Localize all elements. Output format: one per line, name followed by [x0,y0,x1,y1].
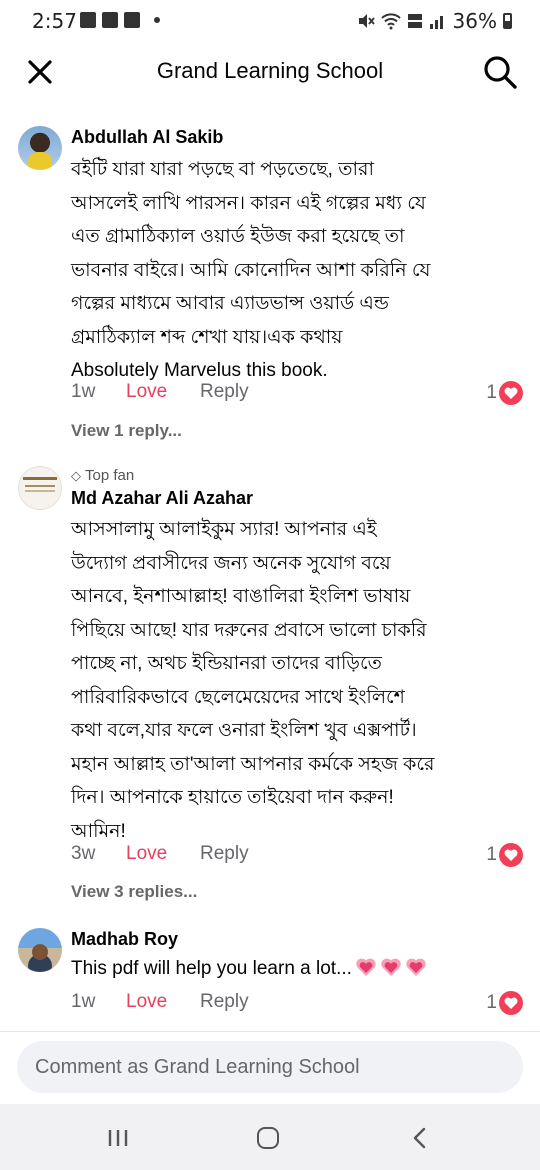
avatar[interactable] [18,466,62,510]
notification-icons [80,12,160,28]
heart-reaction-icon [499,381,523,405]
comment-text-line: মহান আল্লাহ তা'আলা আপনার কর্মকে সহজ করে [71,753,435,775]
avatar[interactable] [18,126,62,170]
comment-author[interactable]: Md Azahar Ali Azahar [71,488,253,509]
app-header: Grand Learning School [0,44,540,100]
check-notification-icon [124,12,140,28]
reply-button[interactable]: Reply [200,991,249,1013]
comment-text-line: আসলেই লাখি পারসন। কারন এই গল্পের মধ্য যে [71,192,426,214]
back-icon[interactable] [410,1126,430,1150]
comment-text-line: আসসালামু আলাইকুম স্যার! আপনার এই [71,519,377,540]
comment-input[interactable] [17,1041,523,1093]
reaction-summary[interactable]: 1 [486,380,523,406]
comment-text-line: গ্রমাঠিক্যাল শব্দ শেখা যায়।এক কথায় [71,326,343,348]
reaction-summary[interactable]: 1 [486,842,523,868]
battery-icon [503,13,512,29]
search-icon[interactable] [482,54,518,90]
reaction-count: 1 [486,992,497,1013]
comment-author[interactable]: Madhab Roy [71,929,178,950]
more-notifications-dot-icon [154,17,160,23]
view-replies-link[interactable]: View 3 replies... [71,882,197,902]
heart-reaction-icon [499,843,523,867]
gallery-notification-icon [80,12,96,28]
heart-with-ribbon-icon [381,958,401,976]
top-fan-label: Top fan [85,467,135,484]
diamond-icon: ◇ [71,468,81,483]
comment-text: বইটি যারা যারা পড়ছে বা পড়তেছে, তারা আস… [71,153,516,388]
comment-text-line: পাচ্ছে না, অথচ ইন্ডিয়ানরা তাদের বাড়িতে [71,653,382,674]
comment-text-line: গল্পের মাধ্যমে আবার এ্যাডভান্স ওয়ার্ড এ… [71,293,389,314]
heart-with-ribbon-icon [356,958,376,976]
avatar[interactable] [18,928,62,972]
divider [0,1031,540,1032]
mute-icon [358,14,375,28]
book-notification-icon [102,12,118,28]
view-replies-link[interactable]: View 1 reply... [71,421,182,441]
reaction-count: 1 [486,382,497,403]
comment-author[interactable]: Abdullah Al Sakib [71,127,223,148]
system-navigation-bar [0,1104,540,1170]
page-title: Grand Learning School [156,58,384,83]
status-bar: 2:57 36% [0,0,540,44]
reaction-count: 1 [486,844,497,865]
comment-text: আসসালামু আলাইকুম স্যার! আপনার এই উদ্যোগ … [71,513,516,848]
love-button[interactable]: Love [126,843,167,865]
comment-timestamp: 3w [71,843,96,864]
recent-apps-icon[interactable] [106,1126,130,1150]
comment-text-line: This pdf will help you learn a lot... [71,958,352,979]
status-time: 2:57 [32,9,77,33]
battery-percentage: 36% [452,9,497,33]
comment-text-line: পারিবারিকভাবে ছেলেমেয়েদের সাথে ইংলিশে [71,686,405,708]
comment-text-line: দিন। আপনাকে হায়াতে তাইয়েবা দান করুন! [71,787,394,808]
comment-text-line: পিছিয়ে আছে! যার দরুনের প্রবাসে ভালো চাক… [71,619,427,641]
home-icon[interactable] [257,1127,279,1149]
comment-timestamp: 1w [71,381,96,402]
comment-text-line: ভাবনার বাইরে। আমি কোনোদিন আশা করিনি যে [71,259,431,281]
heart-with-ribbon-icon [406,958,426,976]
comment-composer [17,1041,523,1093]
wifi-icon [380,13,401,30]
heart-reaction-icon [499,991,523,1015]
comment-text: This pdf will help you learn a lot... [71,952,516,986]
reaction-summary[interactable]: 1 [486,990,523,1016]
volte-icon [407,14,422,28]
signal-icon [429,16,443,29]
top-fan-badge: ◇ Top fan [71,467,134,484]
love-button[interactable]: Love [126,991,167,1013]
system-status: 36% [357,9,512,33]
comment-timestamp: 1w [71,991,96,1012]
comment-text-line: বইটি যারা যারা পড়ছে বা পড়তেছে, তারা [71,159,374,180]
reply-button[interactable]: Reply [200,381,249,403]
comment-text-line: এত গ্রামাঠিক্যাল ওয়ার্ড ইউজ করা হয়েছে … [71,226,405,247]
comment-text-line: আনবে, ইনশাআল্লাহ! বাঙালিরা ইংলিশ ভাষায় [71,586,411,607]
comment-text-line: উদ্যোগ প্রবাসীদের জন্য অনেক সুযোগ বয়ে [71,552,391,574]
comment-text-line: কথা বলে,যার ফলে ওনারা ইংলিশ খুব এক্সপার্… [71,720,417,741]
reply-button[interactable]: Reply [200,843,249,865]
love-button[interactable]: Love [126,381,167,403]
